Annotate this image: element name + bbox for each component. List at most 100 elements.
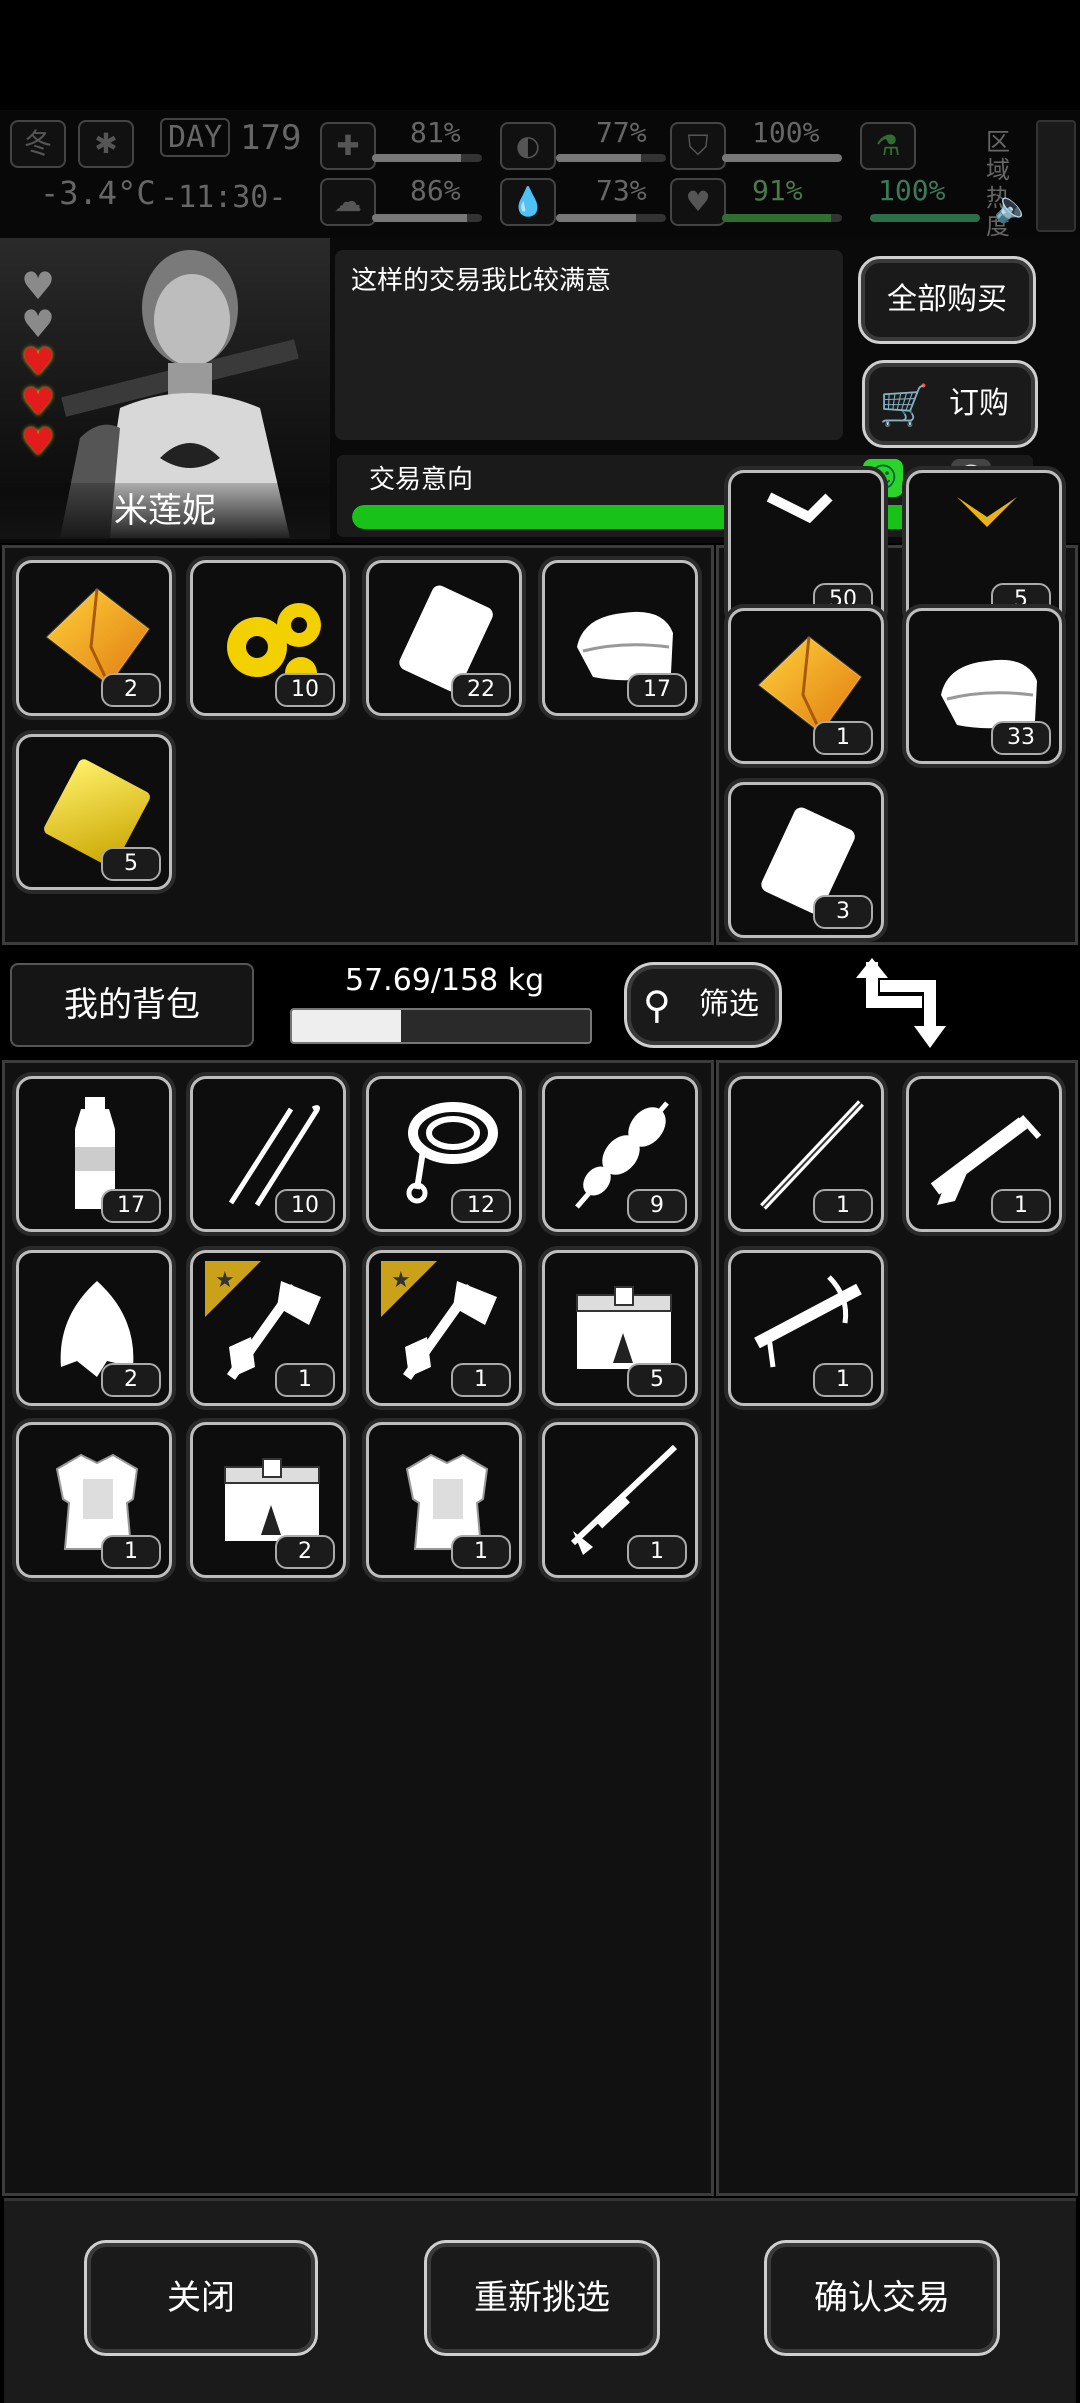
heart-icon: ♥ bbox=[670, 178, 726, 226]
hunger-value: 77% bbox=[596, 116, 647, 149]
item-count: 33 bbox=[991, 721, 1051, 755]
close-label: 关闭 bbox=[167, 2278, 235, 2318]
status-bar bbox=[0, 0, 1080, 110]
heart-value: 91% bbox=[752, 174, 803, 207]
shield-bar bbox=[722, 154, 842, 162]
filter-button[interactable]: ⚲ 筛选 bbox=[624, 962, 782, 1048]
weight-bar bbox=[290, 1008, 592, 1044]
order-button[interactable]: 🛒 订购 bbox=[862, 360, 1038, 448]
speaker-icon[interactable]: 🔈 bbox=[994, 190, 1031, 225]
heart-bar bbox=[722, 214, 842, 222]
shield-icon: ⛉ bbox=[670, 122, 726, 170]
item-slot[interactable]: 9 bbox=[542, 1076, 698, 1232]
item-slot[interactable]: 3 bbox=[728, 782, 884, 938]
item-count: 9 bbox=[627, 1189, 687, 1223]
snowflake-icon: ✱ bbox=[78, 120, 134, 168]
confirm-label: 确认交易 bbox=[814, 2278, 950, 2318]
swap-icon[interactable] bbox=[852, 952, 946, 1052]
item-count: 1 bbox=[813, 721, 873, 755]
trade-intent-label: 交易意向 bbox=[369, 465, 474, 495]
item-count: 1 bbox=[451, 1535, 511, 1569]
svg-text:★: ★ bbox=[215, 1268, 235, 1293]
season-label: 冬 bbox=[23, 127, 52, 160]
item-slot[interactable]: 1 bbox=[728, 1250, 884, 1406]
weight-fill bbox=[292, 1010, 401, 1042]
relation-heart-empty-icon: ♥ bbox=[20, 302, 56, 346]
item-count: 5 bbox=[101, 847, 161, 881]
water-value: 73% bbox=[596, 174, 647, 207]
item-count: 2 bbox=[101, 673, 161, 707]
item-slot[interactable]: 17 bbox=[542, 560, 698, 716]
item-slot[interactable]: 5 bbox=[542, 1250, 698, 1406]
water-bar bbox=[556, 214, 666, 222]
inventory-title: 我的背包 bbox=[10, 963, 254, 1047]
item-count: 1 bbox=[813, 1363, 873, 1397]
item-count: 17 bbox=[627, 673, 687, 707]
flask-icon: ⚗ bbox=[860, 122, 916, 170]
shield-value: 100% bbox=[752, 116, 820, 149]
close-button[interactable]: 关闭 bbox=[84, 2240, 318, 2356]
brain-icon: ☁ bbox=[320, 178, 376, 226]
health-bar bbox=[372, 154, 482, 162]
day-counter: 179 bbox=[240, 118, 302, 158]
item-count: 12 bbox=[451, 1189, 511, 1223]
energy-bar bbox=[870, 214, 980, 222]
buy-all-button[interactable]: 全部购买 bbox=[858, 256, 1036, 344]
brain-bar bbox=[372, 214, 482, 222]
item-slot[interactable]: 2 bbox=[16, 560, 172, 716]
item-slot[interactable]: 1 bbox=[906, 1076, 1062, 1232]
star-badge-icon: ★ bbox=[187, 1247, 261, 1317]
item-slot[interactable]: ★ 1 bbox=[190, 1250, 346, 1406]
item-slot[interactable]: ★ 1 bbox=[366, 1250, 522, 1406]
item-slot[interactable]: 50 bbox=[728, 470, 884, 626]
survival-hud: 冬 ✱ DAY 179 -3.4°C -11:30- ✚ 81% ◐ 77% ⛉… bbox=[0, 110, 1080, 240]
item-slot[interactable]: 1 bbox=[16, 1422, 172, 1578]
item-count: 10 bbox=[275, 673, 335, 707]
season-icon: 冬 bbox=[10, 120, 66, 168]
filter-label: 筛选 bbox=[699, 987, 759, 1022]
item-count: 17 bbox=[101, 1189, 161, 1223]
item-count: 1 bbox=[275, 1363, 335, 1397]
item-slot[interactable]: 22 bbox=[366, 560, 522, 716]
reselect-button[interactable]: 重新挑选 bbox=[424, 2240, 660, 2356]
item-slot[interactable]: 2 bbox=[190, 1422, 346, 1578]
day-label: DAY bbox=[160, 118, 231, 157]
item-slot[interactable]: 2 bbox=[16, 1250, 172, 1406]
search-icon: ⚲ bbox=[643, 983, 671, 1027]
item-slot[interactable]: 17 bbox=[16, 1076, 172, 1232]
water-drop-icon: 💧 bbox=[500, 178, 556, 226]
item-count: 10 bbox=[275, 1189, 335, 1223]
item-count: 2 bbox=[275, 1535, 335, 1569]
item-slot[interactable]: 1 bbox=[728, 1076, 884, 1232]
clock: -11:30- bbox=[160, 180, 287, 215]
item-slot[interactable]: 5 bbox=[906, 470, 1062, 626]
reselect-label: 重新挑选 bbox=[474, 2278, 610, 2318]
item-count: 1 bbox=[627, 1535, 687, 1569]
item-slot[interactable]: 1 bbox=[366, 1422, 522, 1578]
temperature: -3.4°C bbox=[40, 174, 156, 212]
svg-text:★: ★ bbox=[391, 1268, 411, 1293]
item-count: 1 bbox=[101, 1535, 161, 1569]
item-slot[interactable]: 10 bbox=[190, 560, 346, 716]
health-value: 81% bbox=[410, 116, 461, 149]
star-badge-icon: ★ bbox=[363, 1247, 437, 1317]
item-slot[interactable]: 5 bbox=[16, 734, 172, 890]
relation-heart-empty-icon: ♥ bbox=[20, 264, 56, 308]
confirm-trade-button[interactable]: 确认交易 bbox=[764, 2240, 1000, 2356]
item-slot[interactable]: 1 bbox=[542, 1422, 698, 1578]
trader-speech: 这样的交易我比较满意 bbox=[335, 250, 843, 440]
item-count: 22 bbox=[451, 673, 511, 707]
medkit-icon: ✚ bbox=[320, 122, 376, 170]
cart-icon: 🛒 bbox=[879, 383, 929, 429]
item-count: 2 bbox=[101, 1363, 161, 1397]
item-slot[interactable]: 10 bbox=[190, 1076, 346, 1232]
order-label: 订购 bbox=[949, 386, 1009, 421]
item-slot[interactable]: 33 bbox=[906, 608, 1062, 764]
item-slot[interactable]: 1 bbox=[728, 608, 884, 764]
item-slot[interactable]: 12 bbox=[366, 1076, 522, 1232]
speech-text: 这样的交易我比较满意 bbox=[351, 266, 612, 296]
buy-all-label: 全部购买 bbox=[887, 282, 1007, 317]
relation-heart-full-icon: ♥ bbox=[20, 340, 56, 384]
item-count: 3 bbox=[813, 895, 873, 929]
energy-value: 100% bbox=[878, 174, 946, 207]
